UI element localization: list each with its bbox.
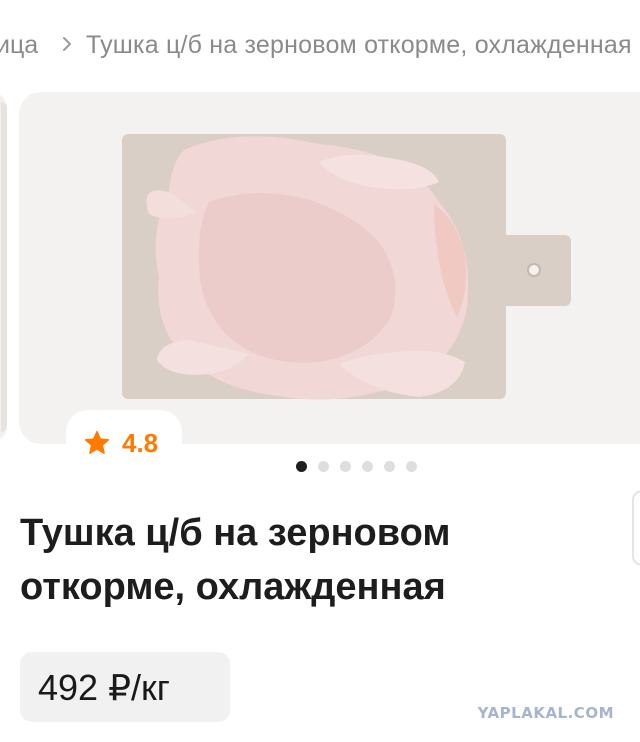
product-title: Тушка ц/б на зерновом откорме, охлажденн…: [20, 506, 600, 614]
product-title-line: откорме, охлажденная: [20, 566, 446, 608]
breadcrumb-prev-link[interactable]: ица: [0, 31, 38, 60]
pagination-dot[interactable]: [362, 461, 373, 472]
previous-product-card[interactable]: [0, 92, 7, 442]
rating-value: 4.8: [122, 428, 159, 458]
price-value: 492 ₽/кг: [38, 667, 170, 708]
star-icon: [84, 430, 110, 454]
watermark: YAPLAKAL.COM: [477, 704, 614, 722]
breadcrumb-current: Тушка ц/б на зерновом откорме, охлажденн…: [86, 31, 632, 59]
product-title-line: Тушка ц/б на зерновом: [20, 512, 451, 554]
breadcrumb: ица Тушка ц/б на зерновом откорме, охлаж…: [0, 0, 640, 90]
price-badge: 492 ₽/кг: [20, 652, 230, 722]
pagination-dot[interactable]: [340, 461, 351, 472]
chevron-right-icon: [63, 37, 71, 51]
pagination-dot[interactable]: [318, 461, 329, 472]
pagination-dot[interactable]: [296, 461, 307, 472]
rating-badge: 4.8: [66, 410, 182, 472]
product-image: [122, 134, 571, 400]
product-image-gallery[interactable]: [19, 92, 640, 444]
pagination-dot[interactable]: [406, 461, 417, 472]
pagination-dot[interactable]: [384, 461, 395, 472]
next-card-edge: [632, 490, 640, 566]
